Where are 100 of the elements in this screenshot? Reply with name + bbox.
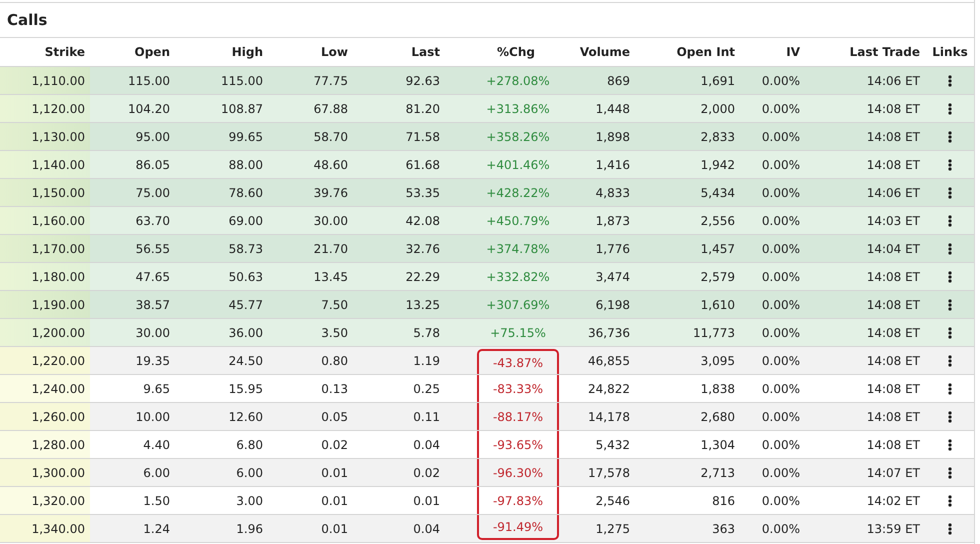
table-cell-text: 0.00%: [760, 102, 801, 116]
table-cell-text: 19.35: [134, 354, 171, 368]
table-cell-text: 0.04: [412, 522, 441, 536]
table-cell-text: 816: [711, 494, 736, 508]
table-cell-text: 32.76: [404, 242, 441, 256]
table-cell-text: 3,474: [594, 270, 631, 284]
table-cell-text: 48.60: [312, 158, 349, 172]
table-cell-text: 21.70: [312, 242, 349, 256]
more-icon[interactable]: [946, 326, 954, 340]
more-icon[interactable]: [946, 74, 954, 88]
table-cell-text: 14:08 ET: [866, 354, 921, 368]
percent-change: +358.26%: [485, 128, 551, 146]
more-icon[interactable]: [946, 410, 954, 424]
table-cell-text: 14:08 ET: [866, 438, 921, 452]
table-cell-text: 0.01: [320, 522, 349, 536]
table-cell-text: 1,457: [700, 242, 736, 256]
more-icon[interactable]: [946, 438, 954, 452]
table-cell-text: 50.63: [228, 270, 264, 284]
percent-change: +313.86%: [485, 100, 551, 118]
table-cell-text: 0.04: [412, 438, 441, 452]
table-cell-text: 14:03 ET: [866, 214, 921, 228]
percent-change: +428.22%: [485, 184, 551, 202]
table-cell-text: 14:08 ET: [866, 410, 921, 424]
table-cell-text: 81.20: [404, 102, 441, 116]
table-cell-text: 11,773: [692, 326, 736, 340]
table-cell-text: 0.11: [412, 410, 441, 424]
strike-price: 1,120.00: [32, 102, 85, 116]
more-icon[interactable]: [946, 186, 954, 200]
table-cell-text: 0.02: [320, 438, 349, 452]
column-header: High: [230, 45, 264, 59]
column-header: Last: [410, 45, 441, 59]
table-cell-text: 1,776: [594, 242, 631, 256]
strike-price: 1,200.00: [32, 326, 85, 340]
more-icon[interactable]: [946, 158, 954, 172]
table-cell-text: 6.00: [142, 466, 171, 480]
table-cell-text: 0.00%: [760, 74, 801, 88]
table-cell-text: 14:08 ET: [866, 102, 921, 116]
percent-change: +401.46%: [485, 156, 551, 174]
table-cell-text: 1.24: [142, 522, 171, 536]
percent-change: +374.78%: [485, 240, 551, 258]
table-cell-text: 0.00%: [760, 214, 801, 228]
more-icon[interactable]: [946, 298, 954, 312]
table-cell-text: 0.00%: [760, 270, 801, 284]
more-icon[interactable]: [946, 242, 954, 256]
table-cell-text: 0.00%: [760, 438, 801, 452]
more-icon[interactable]: [946, 270, 954, 284]
more-icon[interactable]: [946, 102, 954, 116]
table-cell-text: 1,898: [594, 130, 631, 144]
table-cell-text: 0.00%: [760, 186, 801, 200]
table-cell-text: 1,448: [594, 102, 631, 116]
strike-price: 1,170.00: [32, 242, 85, 256]
table-cell-text: 0.00%: [760, 130, 801, 144]
table-cell-text: 92.63: [404, 74, 441, 88]
table-cell-text: 869: [606, 74, 631, 88]
strike-price: 1,180.00: [32, 270, 85, 284]
table-cell-text: 15.95: [228, 382, 264, 396]
table-cell-text: 0.01: [320, 466, 349, 480]
table-cell-text: 0.00%: [760, 354, 801, 368]
more-icon[interactable]: [946, 494, 954, 508]
table-cell-text: 61.68: [404, 158, 441, 172]
table-cell-text: 9.65: [142, 382, 171, 396]
table-cell-text: 14:07 ET: [866, 466, 921, 480]
strike-price: 1,340.00: [32, 522, 85, 536]
strike-price: 1,160.00: [32, 214, 85, 228]
table-cell-text: 63.70: [134, 214, 171, 228]
table-cell-text: 14:08 ET: [866, 158, 921, 172]
strike-price: 1,300.00: [32, 466, 85, 480]
table-cell-text: 14,178: [587, 410, 631, 424]
table-cell-text: 2,713: [700, 466, 736, 480]
table-cell-text: 363: [711, 522, 736, 536]
more-icon[interactable]: [946, 522, 954, 536]
more-icon[interactable]: [946, 214, 954, 228]
table-cell-text: 75.00: [134, 186, 171, 200]
percent-change: +307.69%: [485, 296, 551, 314]
table-cell-text: 14:08 ET: [866, 130, 921, 144]
table-cell-text: 1,275: [594, 522, 631, 536]
table-cell-text: 5,434: [700, 186, 736, 200]
strike-price: 1,240.00: [32, 382, 85, 396]
table-cell-text: 6.00: [235, 466, 264, 480]
table-cell-text: 0.01: [320, 494, 349, 508]
table-cell-text: 0.00%: [760, 494, 801, 508]
table-cell-text: 4,833: [594, 186, 631, 200]
column-header: Links: [931, 45, 969, 59]
more-icon[interactable]: [946, 466, 954, 480]
table-cell-text: 14:02 ET: [866, 494, 921, 508]
table-cell-text: 13.45: [312, 270, 349, 284]
more-icon[interactable]: [946, 130, 954, 144]
percent-change: -91.49%: [477, 515, 559, 540]
table-cell-text: 115.00: [220, 74, 264, 88]
strike-price: 1,320.00: [32, 494, 85, 508]
table-cell-text: 115.00: [127, 74, 171, 88]
table-cell-text: 4.40: [142, 438, 171, 452]
table-cell-text: 104.20: [127, 102, 171, 116]
table-cell-text: 58.73: [228, 242, 264, 256]
column-header: Volume: [578, 45, 631, 59]
table-cell-text: 39.76: [312, 186, 349, 200]
column-header: Strike: [44, 45, 86, 59]
table-cell-text: 0.13: [320, 382, 349, 396]
more-icon[interactable]: [946, 382, 954, 396]
more-icon[interactable]: [946, 354, 954, 368]
